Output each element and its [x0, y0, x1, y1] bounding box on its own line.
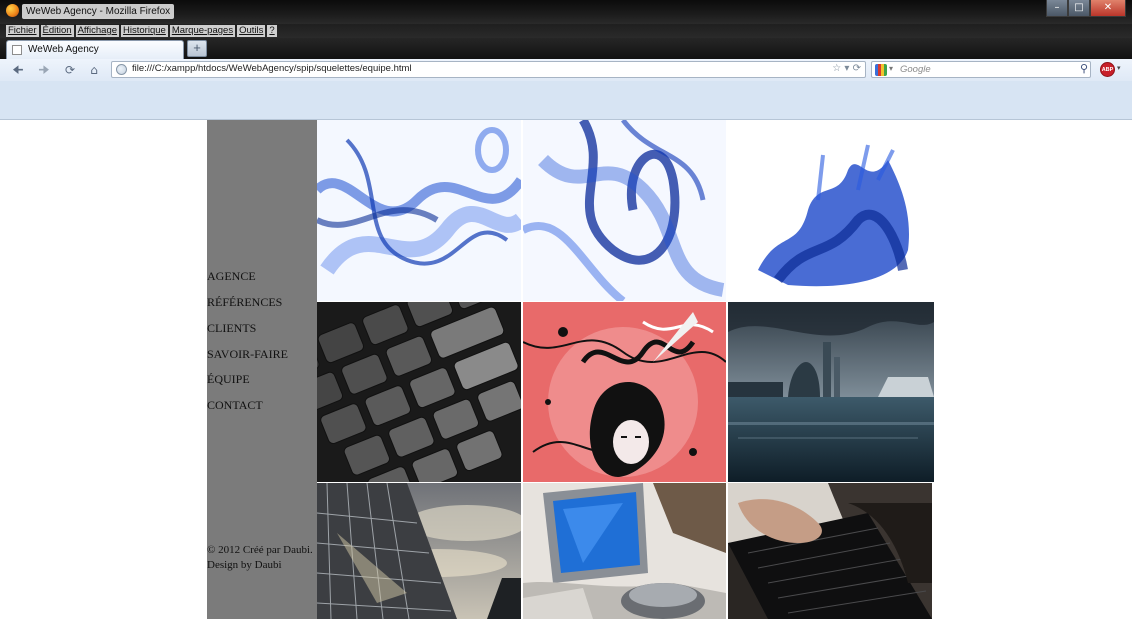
gallery-image-blue-ink-splash: [728, 120, 932, 301]
minimize-button[interactable]: –: [1046, 0, 1068, 17]
close-button[interactable]: ✕: [1090, 0, 1126, 17]
maximize-button[interactable]: □: [1068, 0, 1090, 17]
tab-weweb-agency[interactable]: WeWeb Agency: [6, 40, 184, 59]
footer-copyright: © 2012 Créé par Daubi.: [207, 544, 313, 556]
gallery-image-hand-on-keyboard: [728, 483, 932, 619]
nav-link-equipe[interactable]: ÉQUIPE: [207, 372, 250, 387]
adblock-menu-chevron-icon[interactable]: ▾: [1117, 64, 1121, 72]
site-sidebar: AGENCE RÉFÉRENCES CLIENTS SAVOIR-FAIRE É…: [207, 120, 317, 619]
footer-design-credit: Design by Daubi: [207, 559, 282, 571]
menu-edition[interactable]: Édition: [40, 25, 74, 37]
chevron-down-icon[interactable]: ▾: [889, 64, 893, 73]
nav-link-contact[interactable]: CONTACT: [207, 398, 263, 413]
google-engine-icon[interactable]: [875, 64, 887, 76]
menu-outils[interactable]: Outils: [237, 25, 266, 37]
menu-affichage[interactable]: Affichage: [75, 25, 120, 37]
forward-arrow-icon[interactable]: 🠊: [36, 62, 52, 78]
menu-historique[interactable]: Historique: [121, 25, 168, 37]
nav-link-references[interactable]: RÉFÉRENCES: [207, 295, 282, 310]
window-title: WeWeb Agency - Mozilla Firefox: [22, 4, 175, 19]
gallery-image-flooded-city: [728, 302, 934, 482]
gallery-image-keyboard-closeup: [317, 302, 521, 482]
search-placeholder: Google: [900, 64, 931, 75]
new-tab-button[interactable]: +: [187, 40, 207, 57]
search-bar[interactable]: ▾ Google ⚲: [871, 61, 1091, 78]
bookmark-star-icon[interactable]: ☆ ▾ ⟳: [832, 63, 861, 74]
globe-icon: [116, 64, 127, 75]
home-icon[interactable]: ⌂: [86, 62, 102, 78]
gallery-image-computer-monitor: [523, 483, 726, 619]
tab-label: WeWeb Agency: [28, 44, 99, 55]
gallery-image-blue-smoke-left: [317, 120, 521, 301]
gallery-image-red-art-illustration: [523, 302, 726, 482]
nav-link-agence[interactable]: AGENCE: [207, 269, 256, 284]
toolbar-area: [0, 81, 1132, 120]
page-viewport: AGENCE RÉFÉRENCES CLIENTS SAVOIR-FAIRE É…: [0, 120, 1132, 619]
menu-fichier[interactable]: Fichier: [6, 25, 39, 37]
window-titlebar: WeWeb Agency - Mozilla Firefox – □ ✕: [0, 0, 1132, 24]
back-arrow-icon[interactable]: 🠈: [10, 62, 26, 78]
gallery-image-glass-building: [317, 483, 521, 619]
url-text: file:///C:/xampp/htdocs/WeWebAgency/spip…: [132, 63, 412, 74]
nav-link-savoir-faire[interactable]: SAVOIR-FAIRE: [207, 347, 288, 362]
menu-marque-pages[interactable]: Marque-pages: [169, 25, 236, 37]
navigation-toolbar: 🠈 🠊 ⟳ ⌂ file:///C:/xampp/htdocs/WeWebAge…: [0, 59, 1132, 81]
page-favicon-icon: [12, 45, 22, 55]
gallery-image-blue-smoke-center: [523, 120, 726, 301]
search-icon[interactable]: ⚲: [1080, 62, 1088, 75]
url-bar[interactable]: file:///C:/xampp/htdocs/WeWebAgency/spip…: [111, 61, 866, 78]
window-controls: – □ ✕: [1046, 0, 1126, 18]
firefox-icon: [6, 4, 19, 17]
adblock-icon[interactable]: ABP: [1100, 62, 1115, 77]
reload-icon[interactable]: ⟳: [62, 62, 78, 78]
tab-strip: WeWeb Agency +: [0, 38, 1132, 59]
menu-help[interactable]: ?: [267, 25, 277, 37]
nav-link-clients[interactable]: CLIENTS: [207, 321, 256, 336]
menu-bar: Fichier Édition Affichage Historique Mar…: [0, 24, 1132, 38]
